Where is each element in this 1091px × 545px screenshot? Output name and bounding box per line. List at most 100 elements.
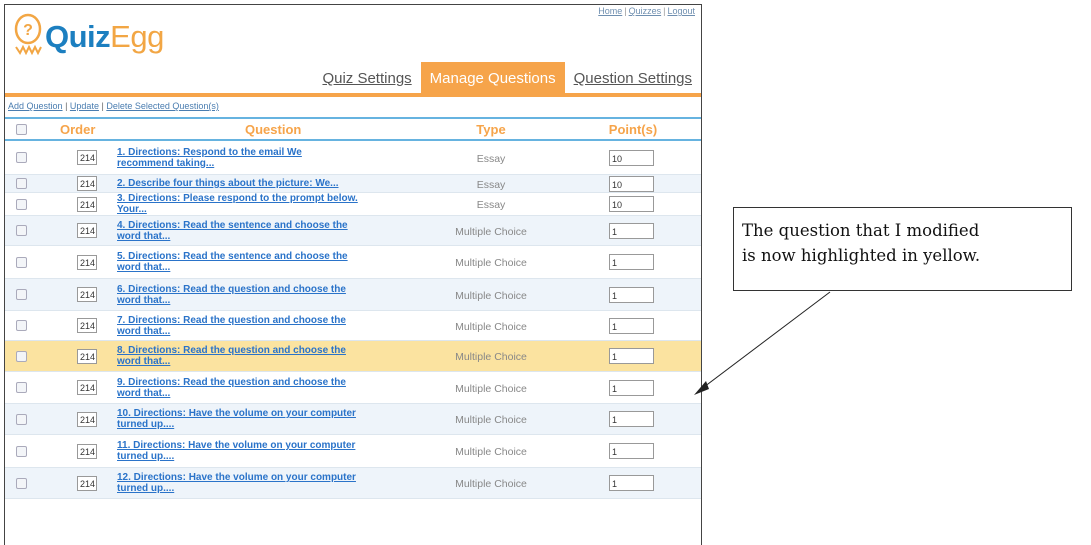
table-row: 214 10. Directions: Have the volume on yo… bbox=[5, 404, 701, 435]
question-link[interactable]: 4. Directions: Read the sentence and cho… bbox=[117, 220, 414, 242]
tab-question-settings[interactable]: Question Settings bbox=[565, 70, 701, 93]
logout-link[interactable]: Logout bbox=[667, 6, 695, 16]
question-link[interactable]: 2. Describe four things about the pictur… bbox=[117, 178, 414, 189]
question-column-header[interactable]: Question bbox=[100, 122, 414, 137]
points-input[interactable]: 1 bbox=[609, 222, 654, 239]
points-input[interactable]: 1 bbox=[609, 317, 654, 334]
question-link[interactable]: 1. Directions: Respond to the email We re… bbox=[117, 147, 414, 169]
table-body: 214 1. Directions: Respond to the email W… bbox=[5, 141, 701, 499]
action-links: Add Question | Update | Delete Selected … bbox=[8, 101, 219, 111]
table-row: 214 3. Directions: Please respond to the … bbox=[5, 193, 701, 216]
update-link[interactable]: Update bbox=[70, 101, 99, 111]
quizegg-logo[interactable]: QuizEgg bbox=[45, 19, 164, 55]
row-checkbox[interactable] bbox=[16, 320, 27, 331]
table-row: 214 2. Describe four things about the pic… bbox=[5, 175, 701, 193]
question-type: Essay bbox=[476, 178, 506, 191]
question-link[interactable]: 6. Directions: Read the question and cho… bbox=[117, 284, 414, 306]
delete-selected-link[interactable]: Delete Selected Question(s) bbox=[106, 101, 219, 111]
order-input[interactable]: 214 bbox=[77, 176, 97, 191]
order-column-header[interactable]: Order bbox=[38, 122, 100, 137]
quiz-app-window: Home | Quizzes | Logout ? QuizEgg Quiz Setti… bbox=[4, 4, 702, 545]
points-input[interactable]: 1 bbox=[609, 286, 654, 303]
table-row: 214 11. Directions: Have the volume on yo… bbox=[5, 435, 701, 468]
question-link[interactable]: 11. Directions: Have the volume on your … bbox=[117, 440, 414, 462]
row-checkbox[interactable] bbox=[16, 477, 27, 489]
tab-underline bbox=[5, 93, 701, 97]
question-type: Essay bbox=[476, 199, 506, 211]
select-all-checkbox[interactable] bbox=[16, 123, 27, 135]
row-checkbox[interactable] bbox=[16, 225, 27, 236]
table-row: 214 5. Directions: Read the sentence and … bbox=[5, 246, 701, 279]
table-row: 214 9. Directions: Read the question and … bbox=[5, 372, 701, 404]
order-input[interactable]: 214 bbox=[77, 196, 97, 212]
table-row: 214 6. Directions: Read the question and … bbox=[5, 279, 701, 311]
row-checkbox[interactable] bbox=[16, 198, 27, 210]
add-question-link[interactable]: Add Question bbox=[8, 101, 63, 111]
order-input[interactable]: 214 bbox=[77, 287, 97, 302]
question-type: Multiple Choice bbox=[455, 225, 527, 238]
order-input[interactable]: 214 bbox=[77, 443, 97, 459]
question-type: Essay bbox=[476, 152, 506, 165]
annotation-callout: The question that I modified is now high… bbox=[733, 207, 1072, 291]
tab-quiz-settings[interactable]: Quiz Settings bbox=[313, 70, 420, 93]
order-input[interactable]: 214 bbox=[77, 411, 97, 427]
callout-line-2: is now highlighted in yellow. bbox=[742, 246, 981, 265]
question-type: Multiple Choice bbox=[455, 289, 527, 302]
question-link[interactable]: 8. Directions: Read the question and cho… bbox=[117, 345, 414, 367]
svg-text:?: ? bbox=[23, 22, 33, 39]
row-checkbox[interactable] bbox=[16, 178, 27, 189]
question-type: Multiple Choice bbox=[455, 414, 527, 426]
table-row: 214 4. Directions: Read the sentence and … bbox=[5, 216, 701, 246]
questions-table: Order Question Type Point(s) 214 1. Direc… bbox=[5, 117, 701, 499]
question-link[interactable]: 9. Directions: Read the question and cho… bbox=[117, 377, 414, 399]
row-checkbox[interactable] bbox=[16, 289, 27, 300]
row-checkbox[interactable] bbox=[16, 382, 27, 393]
home-link[interactable]: Home bbox=[598, 6, 622, 16]
order-input[interactable]: 214 bbox=[77, 254, 97, 270]
row-checkbox[interactable] bbox=[16, 445, 27, 457]
type-column-header[interactable]: Type bbox=[414, 122, 568, 137]
points-input[interactable]: 1 bbox=[609, 443, 654, 459]
points-input[interactable]: 1 bbox=[609, 348, 654, 364]
points-input[interactable]: 1 bbox=[609, 411, 654, 427]
points-column-header[interactable]: Point(s) bbox=[568, 122, 698, 137]
table-header: Order Question Type Point(s) bbox=[5, 117, 701, 141]
points-input[interactable]: 1 bbox=[609, 254, 654, 270]
quizzes-link[interactable]: Quizzes bbox=[629, 6, 662, 16]
question-link[interactable]: 12. Directions: Have the volume on your … bbox=[117, 472, 414, 494]
table-row: 214 7. Directions: Read the question and … bbox=[5, 311, 701, 341]
order-input[interactable]: 214 bbox=[77, 150, 97, 165]
question-type: Multiple Choice bbox=[455, 257, 527, 269]
question-link[interactable]: 5. Directions: Read the sentence and cho… bbox=[117, 251, 414, 273]
question-type: Multiple Choice bbox=[455, 351, 527, 363]
row-checkbox[interactable] bbox=[16, 350, 27, 362]
question-link[interactable]: 3. Directions: Please respond to the pro… bbox=[117, 193, 414, 215]
top-links: Home | Quizzes | Logout bbox=[598, 6, 695, 16]
order-input[interactable]: 214 bbox=[77, 318, 97, 333]
question-type: Multiple Choice bbox=[455, 478, 527, 490]
order-input[interactable]: 214 bbox=[77, 348, 97, 364]
points-input[interactable]: 10 bbox=[609, 175, 654, 192]
question-link[interactable]: 10. Directions: Have the volume on your … bbox=[117, 408, 414, 430]
table-row-highlighted: 214 8. Directions: Read the question and … bbox=[5, 341, 701, 372]
question-type: Multiple Choice bbox=[455, 446, 527, 458]
question-type: Multiple Choice bbox=[455, 320, 527, 333]
tab-manage-questions[interactable]: Manage Questions bbox=[420, 62, 565, 93]
question-type: Multiple Choice bbox=[455, 382, 527, 395]
egg-mascot-icon: ? bbox=[11, 13, 45, 62]
points-input[interactable]: 1 bbox=[609, 475, 654, 491]
callout-line-1: The question that I modified bbox=[742, 221, 980, 240]
question-link[interactable]: 7. Directions: Read the question and cho… bbox=[117, 315, 414, 337]
tab-bar: Quiz Settings Manage Questions Question … bbox=[313, 61, 701, 93]
table-row: 214 12. Directions: Have the volume on yo… bbox=[5, 468, 701, 499]
order-input[interactable]: 214 bbox=[77, 380, 97, 395]
table-row: 214 1. Directions: Respond to the email W… bbox=[5, 141, 701, 175]
row-checkbox[interactable] bbox=[16, 152, 27, 163]
points-input[interactable]: 1 bbox=[609, 379, 654, 396]
points-input[interactable]: 10 bbox=[609, 196, 654, 212]
row-checkbox[interactable] bbox=[16, 413, 27, 425]
row-checkbox[interactable] bbox=[16, 256, 27, 268]
points-input[interactable]: 10 bbox=[609, 149, 654, 166]
order-input[interactable]: 214 bbox=[77, 223, 97, 238]
order-input[interactable]: 214 bbox=[77, 475, 97, 491]
